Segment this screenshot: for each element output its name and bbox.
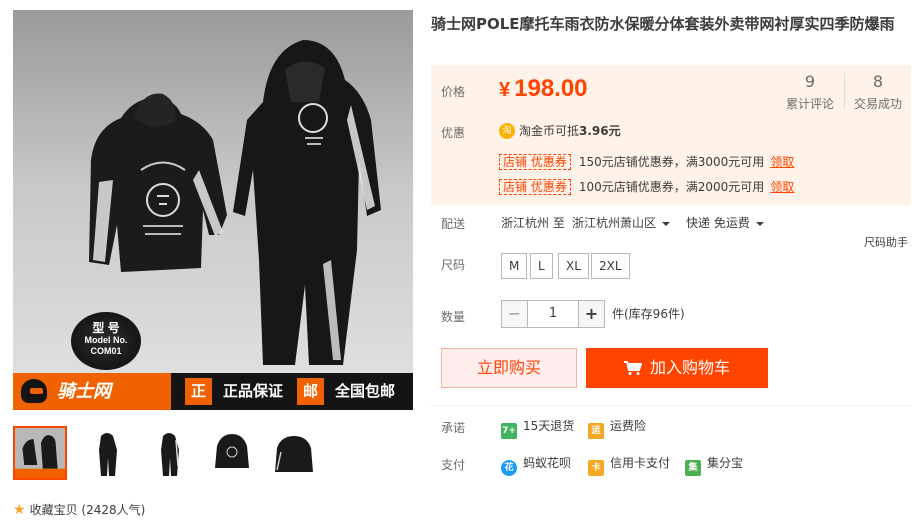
promo-label: 优惠 bbox=[441, 126, 466, 140]
shipping-method: 快递 免运费 bbox=[686, 216, 750, 230]
credit-card-icon: 卡 bbox=[588, 460, 604, 476]
free-shipping-text: 全国包邮 bbox=[335, 382, 396, 400]
payment-jifenbao[interactable]: 集集分宝 bbox=[685, 453, 744, 476]
claim-coupon-link[interactable]: 领取 bbox=[770, 180, 794, 194]
sales-count-number: 8 bbox=[872, 72, 884, 91]
coupon-row: 店铺 优惠券 150元店铺优惠券，满3000元可用 领取 bbox=[499, 154, 794, 170]
review-count-label: 累计评论 bbox=[785, 97, 834, 111]
return-policy-text: 15天退货 bbox=[523, 419, 575, 433]
model-badge-label: Model No. bbox=[84, 335, 128, 345]
payment-label: 支付 bbox=[441, 458, 466, 472]
favorite-label: 收藏宝贝 bbox=[29, 503, 78, 517]
payment-credit-card[interactable]: 卡信用卡支付 bbox=[588, 453, 671, 476]
taojin-text: 淘金币可抵 bbox=[519, 124, 580, 138]
genuine-icon: 正 bbox=[185, 378, 212, 405]
quantity-label: 数量 bbox=[441, 310, 466, 324]
promise-label: 承诺 bbox=[441, 421, 466, 435]
product-title: 骑士网POLE摩托车雨衣防水保暖分体套装外卖带网衬厚实四季防爆雨 bbox=[431, 15, 895, 33]
stock-text: 件(库存96件) bbox=[612, 307, 685, 321]
claim-coupon-link[interactable]: 领取 bbox=[770, 155, 794, 169]
taojin-offer: 淘淘金币可抵3.96元 bbox=[499, 123, 621, 139]
shipping-method-select[interactable]: 快递 免运费 bbox=[686, 214, 764, 232]
add-to-cart-label: 加入购物车 bbox=[649, 358, 730, 377]
price-amount: 198.00 bbox=[514, 75, 588, 102]
brand-block: 骑士网 bbox=[13, 373, 171, 410]
quantity-decrease-button[interactable]: − bbox=[502, 301, 528, 327]
model-badge-title: 型 号 bbox=[92, 321, 120, 335]
price-value: ¥198.00 bbox=[499, 73, 588, 106]
huabei-text: 蚂蚁花呗 bbox=[523, 456, 572, 470]
coupon-text: 100元店铺优惠券，满2000元可用 bbox=[578, 180, 765, 194]
thumbnail-3[interactable] bbox=[143, 426, 197, 480]
huabei-icon: 花 bbox=[501, 460, 517, 476]
size-option-2xl[interactable]: 2XL bbox=[591, 253, 630, 279]
shipping-insurance-text: 运费险 bbox=[610, 419, 647, 433]
size-option-m[interactable]: M bbox=[501, 253, 528, 279]
coupon-text: 150元店铺优惠券，满3000元可用 bbox=[578, 155, 765, 169]
jifenbao-icon: 集 bbox=[685, 460, 701, 476]
price-row: 价格 ¥198.00 9 累计评论 8 交易成功 bbox=[431, 65, 911, 115]
chevron-down-icon bbox=[662, 221, 671, 226]
chevron-down-icon bbox=[755, 221, 764, 226]
helmet-icon bbox=[21, 379, 47, 403]
delivery-destination: 浙江杭州萧山区 bbox=[572, 216, 657, 230]
cart-icon bbox=[623, 361, 642, 375]
genuine-guarantee-text: 正品保证 bbox=[223, 382, 284, 400]
promo-banner: 骑士网 正 正品保证 邮 全国包邮 bbox=[13, 373, 413, 410]
model-number-badge: 型 号 Model No. COM01 bbox=[71, 312, 141, 370]
taojin-coin-icon: 淘 bbox=[499, 123, 515, 139]
price-label: 价格 bbox=[441, 85, 466, 99]
quantity-input[interactable]: 1 bbox=[528, 301, 578, 327]
sales-count-label: 交易成功 bbox=[853, 97, 902, 111]
size-guide-link[interactable]: 尺码助手 bbox=[864, 234, 908, 250]
buy-now-button[interactable]: 立即购买 bbox=[441, 348, 577, 388]
currency-symbol: ¥ bbox=[499, 79, 511, 101]
payment-huabei[interactable]: 花蚂蚁花呗 bbox=[501, 453, 572, 476]
jifenbao-text: 集分宝 bbox=[707, 456, 744, 470]
price-panel: 价格 ¥198.00 9 累计评论 8 交易成功 优惠 淘淘金币可抵3.96元 … bbox=[431, 65, 911, 205]
thumbnail-2[interactable] bbox=[81, 426, 135, 480]
favorite-item[interactable]: ★ 收藏宝贝 (2428人气) bbox=[13, 501, 145, 519]
delivery-label: 配送 bbox=[441, 217, 466, 231]
coupon-tag: 店铺 优惠券 bbox=[499, 154, 571, 170]
coupon-row: 店铺 优惠券 100元店铺优惠券，满2000元可用 领取 bbox=[499, 179, 794, 195]
delivery-from: 浙江杭州 至 bbox=[501, 216, 565, 230]
coupon-tag: 店铺 优惠券 bbox=[499, 179, 571, 195]
shipping-insurance-icon: 运 bbox=[588, 423, 604, 439]
delivery-destination-select[interactable]: 浙江杭州萧山区 bbox=[572, 214, 671, 232]
return-policy[interactable]: 7+ 15天退货 bbox=[501, 416, 575, 439]
thumbnail-1[interactable] bbox=[13, 426, 67, 480]
taojin-amount: 3.96元 bbox=[579, 124, 621, 138]
model-badge-code: COM01 bbox=[90, 346, 122, 356]
review-count-number: 9 bbox=[804, 72, 816, 91]
shipping-insurance[interactable]: 运运费险 bbox=[588, 416, 647, 439]
raincoat-illustration bbox=[89, 40, 381, 365]
credit-card-text: 信用卡支付 bbox=[610, 456, 671, 470]
favorite-count: (2428人气) bbox=[81, 503, 146, 517]
thumbnail-5[interactable] bbox=[267, 426, 321, 480]
add-to-cart-button[interactable]: 加入购物车 bbox=[586, 348, 768, 388]
quantity-stepper: − 1 + bbox=[501, 300, 605, 328]
free-shipping-icon: 邮 bbox=[297, 378, 324, 405]
divider bbox=[431, 405, 911, 406]
thumbnail-4[interactable] bbox=[205, 426, 259, 480]
quantity-increase-button[interactable]: + bbox=[578, 301, 604, 327]
main-product-image[interactable]: 型 号 Model No. COM01 骑士网 正 正品保证 邮 全国包邮 bbox=[13, 10, 413, 410]
size-label: 尺码 bbox=[441, 258, 466, 272]
sales-count: 8 交易成功 bbox=[845, 73, 911, 112]
size-option-xl[interactable]: XL bbox=[558, 253, 589, 279]
size-option-l[interactable]: L bbox=[530, 253, 553, 279]
seven-day-return-icon: 7+ bbox=[501, 423, 517, 439]
brand-name: 骑士网 bbox=[57, 381, 111, 402]
star-icon: ★ bbox=[13, 502, 26, 518]
review-count[interactable]: 9 累计评论 bbox=[777, 73, 843, 112]
